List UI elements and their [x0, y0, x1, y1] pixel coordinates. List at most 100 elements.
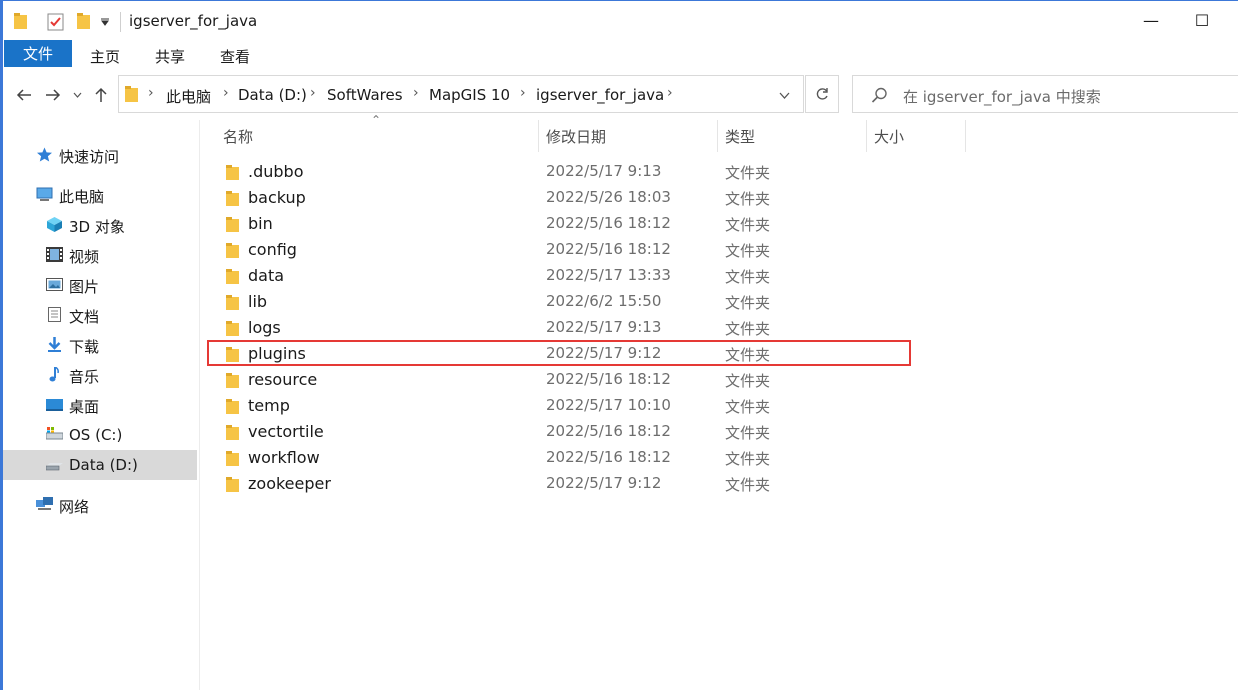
- music-icon: [49, 367, 59, 382]
- sidebar-item-music[interactable]: 音乐: [3, 360, 197, 390]
- folder-icon: [226, 269, 239, 284]
- breadcrumb-this-pc[interactable]: 此电脑: [166, 86, 211, 107]
- file-type: 文件夹: [725, 320, 771, 338]
- sidebar-item-os-drive[interactable]: OS (C:): [3, 420, 197, 450]
- file-date-modified: 2022/5/17 9:13: [546, 162, 662, 180]
- file-type: 文件夹: [725, 398, 771, 416]
- file-name: logs: [248, 318, 281, 337]
- file-row[interactable]: resource 2022/5/16 18:12 文件夹: [210, 367, 910, 393]
- back-arrow-icon[interactable]: [16, 88, 32, 102]
- sidebar-item-label: 此电脑: [59, 188, 105, 206]
- sidebar-item-3d-objects[interactable]: 3D 对象: [3, 210, 197, 240]
- tab-view[interactable]: 查看: [220, 46, 250, 67]
- new-folder-icon[interactable]: [77, 13, 91, 29]
- pane-divider[interactable]: [199, 120, 200, 690]
- download-icon: [48, 337, 61, 352]
- sort-ascending-icon: ⌃: [371, 113, 382, 127]
- minimize-button[interactable]: —: [1128, 1, 1174, 39]
- customize-toolbar-dropdown-icon[interactable]: [101, 18, 110, 26]
- column-divider[interactable]: [538, 120, 539, 152]
- recent-locations-chevron-icon[interactable]: [73, 92, 82, 98]
- file-date-modified: 2022/5/17 9:12: [546, 474, 662, 492]
- sidebar-item-label: 桌面: [69, 398, 100, 416]
- column-header-type[interactable]: 类型: [725, 126, 755, 147]
- file-type: 文件夹: [725, 164, 771, 182]
- sidebar-item-desktop[interactable]: 桌面: [3, 390, 197, 420]
- column-divider[interactable]: [717, 120, 718, 152]
- breadcrumb-chevron-icon[interactable]: ›: [520, 85, 526, 101]
- column-divider[interactable]: [965, 120, 966, 152]
- sidebar-item-label: 3D 对象: [69, 218, 125, 236]
- column-header-date-modified[interactable]: 修改日期: [546, 126, 606, 147]
- column-divider[interactable]: [866, 120, 867, 152]
- annotation-highlight-box: [207, 340, 911, 366]
- file-date-modified: 2022/5/16 18:12: [546, 422, 671, 440]
- tab-share[interactable]: 共享: [155, 46, 185, 67]
- file-row[interactable]: .dubbo 2022/5/17 9:13 文件夹: [210, 159, 910, 185]
- breadcrumb-chevron-icon[interactable]: ›: [310, 85, 316, 101]
- file-row[interactable]: zookeeper 2022/5/17 9:12 文件夹: [210, 471, 910, 497]
- file-row[interactable]: temp 2022/5/17 10:10 文件夹: [210, 393, 910, 419]
- folder-icon: [226, 321, 239, 336]
- file-row[interactable]: config 2022/5/16 18:12 文件夹: [210, 237, 910, 263]
- window-title: igserver_for_java: [129, 12, 258, 30]
- sidebar-item-videos[interactable]: 视频: [3, 240, 197, 270]
- file-date-modified: 2022/5/17 10:10: [546, 396, 671, 414]
- breadcrumb-data-drive[interactable]: Data (D:): [238, 86, 307, 104]
- sidebar-item-this-pc[interactable]: 此电脑: [3, 180, 197, 210]
- breadcrumb-mapgis[interactable]: MapGIS 10: [429, 86, 510, 104]
- folder-icon[interactable]: [14, 13, 28, 29]
- forward-arrow-icon[interactable]: [45, 88, 61, 102]
- column-header-size[interactable]: 大小: [874, 126, 904, 147]
- refresh-icon: [816, 88, 828, 100]
- file-row[interactable]: workflow 2022/5/16 18:12 文件夹: [210, 445, 910, 471]
- tab-file[interactable]: 文件: [4, 40, 72, 67]
- breadcrumb-chevron-icon[interactable]: ›: [148, 85, 154, 101]
- navigation-pane: 快速访问 此电脑 3D 对象 视频 图片 文档 下载 音乐 桌面 OS (C:)…: [3, 122, 199, 690]
- file-row[interactable]: data 2022/5/17 13:33 文件夹: [210, 263, 910, 289]
- file-date-modified: 2022/5/17 9:13: [546, 318, 662, 336]
- file-type: 文件夹: [725, 450, 771, 468]
- maximize-button[interactable]: ☐: [1179, 1, 1225, 39]
- address-bar[interactable]: › 此电脑 › Data (D:) › SoftWares › MapGIS 1…: [118, 75, 804, 113]
- search-input[interactable]: 在 igserver_for_java 中搜索: [852, 75, 1238, 113]
- breadcrumb-softwares[interactable]: SoftWares: [327, 86, 403, 104]
- properties-icon[interactable]: [47, 13, 65, 31]
- file-row[interactable]: vectortile 2022/5/16 18:12 文件夹: [210, 419, 910, 445]
- breadcrumb-chevron-icon[interactable]: ›: [413, 85, 419, 101]
- tab-home[interactable]: 主页: [90, 46, 120, 67]
- sidebar-item-documents[interactable]: 文档: [3, 300, 197, 330]
- breadcrumb-chevron-icon[interactable]: ›: [223, 85, 229, 101]
- search-icon: [871, 87, 887, 103]
- column-header-name[interactable]: 名称: [223, 126, 253, 147]
- file-row[interactable]: lib 2022/6/2 15:50 文件夹: [210, 289, 910, 315]
- drive-icon: [46, 427, 63, 440]
- sidebar-item-downloads[interactable]: 下载: [3, 330, 197, 360]
- address-history-dropdown-icon[interactable]: [779, 92, 790, 99]
- folder-icon: [226, 217, 239, 232]
- up-arrow-icon[interactable]: [94, 87, 108, 103]
- file-name: zookeeper: [248, 474, 331, 493]
- sidebar-item-network[interactable]: 网络: [3, 490, 197, 520]
- folder-icon: [226, 295, 239, 310]
- sidebar-item-pictures[interactable]: 图片: [3, 270, 197, 300]
- breadcrumb-chevron-icon[interactable]: ›: [667, 85, 673, 101]
- drive-icon: [46, 463, 63, 471]
- file-row[interactable]: backup 2022/5/26 18:03 文件夹: [210, 185, 910, 211]
- folder-icon: [226, 399, 239, 414]
- file-date-modified: 2022/5/16 18:12: [546, 370, 671, 388]
- sidebar-item-quick-access[interactable]: 快速访问: [3, 140, 197, 170]
- breadcrumb-current-folder[interactable]: igserver_for_java: [536, 86, 664, 104]
- sidebar-item-data-drive[interactable]: Data (D:): [3, 450, 197, 480]
- file-row[interactable]: logs 2022/5/17 9:13 文件夹: [210, 315, 910, 341]
- title-separator: [120, 12, 121, 32]
- file-name: backup: [248, 188, 306, 207]
- ribbon-tabs: 文件 主页 共享 查看: [3, 39, 1238, 70]
- file-row[interactable]: bin 2022/5/16 18:12 文件夹: [210, 211, 910, 237]
- desktop-icon: [46, 399, 63, 411]
- sidebar-item-label: 文档: [69, 308, 100, 326]
- file-date-modified: 2022/5/16 18:12: [546, 214, 671, 232]
- folder-icon: [226, 373, 239, 388]
- file-type: 文件夹: [725, 372, 771, 390]
- refresh-button[interactable]: [805, 75, 839, 113]
